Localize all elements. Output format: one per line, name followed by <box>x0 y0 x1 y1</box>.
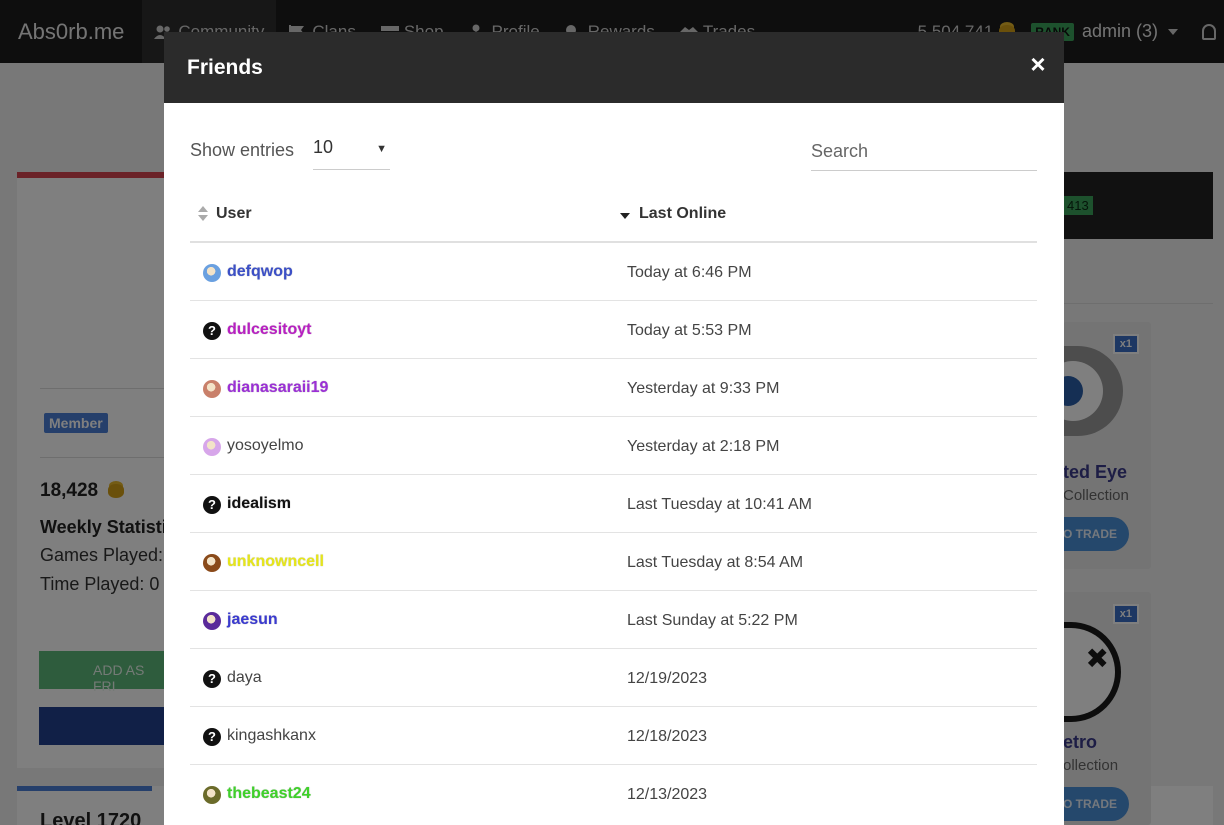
table-row: ? daya 12/19/2023 <box>190 649 1037 707</box>
username-link[interactable]: idealism <box>227 495 291 513</box>
avatar <box>203 264 221 282</box>
username-link[interactable]: daya <box>227 669 262 687</box>
last-online-cell: 12/19/2023 <box>627 670 708 687</box>
question-avatar-icon: ? <box>203 728 221 746</box>
last-online-cell: 12/13/2023 <box>627 786 708 803</box>
search-input[interactable] <box>811 133 1037 171</box>
last-online-cell: Today at 5:53 PM <box>627 322 752 339</box>
dropdown-arrow-icon: ▼ <box>376 143 387 155</box>
table-row: ? kingashkanx 12/18/2023 <box>190 707 1037 765</box>
column-header-user[interactable]: User <box>198 205 252 223</box>
username-link[interactable]: thebeast24 <box>227 785 311 803</box>
table-row: yosoyelmo Yesterday at 2:18 PM <box>190 417 1037 475</box>
last-online-cell: Last Sunday at 5:22 PM <box>627 612 798 629</box>
username-link[interactable]: jaesun <box>227 611 278 629</box>
friends-modal: Friends × Show entries 10 ▼ User Last On… <box>164 32 1064 825</box>
table-row: thebeast24 12/13/2023 <box>190 765 1037 823</box>
table-body: defqwop Today at 6:46 PM? dulcesitoyt Today… <box>190 243 1037 823</box>
last-online-cell: 12/18/2023 <box>627 728 708 745</box>
close-icon[interactable]: × <box>1028 51 1048 77</box>
last-online-cell: Today at 6:46 PM <box>627 264 752 281</box>
entries-select-value: 10 <box>313 137 334 157</box>
question-avatar-icon: ? <box>203 670 221 688</box>
column-header-label: User <box>216 205 252 222</box>
column-header-last-online[interactable]: Last Online <box>620 205 726 223</box>
table-row: dianasaraii19 Yesterday at 9:33 PM <box>190 359 1037 417</box>
modal-title: Friends <box>187 56 263 79</box>
last-online-cell: Last Tuesday at 10:41 AM <box>627 496 813 513</box>
table-header: User Last Online <box>190 193 1037 243</box>
avatar <box>203 786 221 804</box>
avatar <box>203 612 221 630</box>
avatar <box>203 380 221 398</box>
sort-icon <box>198 206 208 222</box>
username-link[interactable]: defqwop <box>227 263 293 281</box>
last-online-cell: Yesterday at 9:33 PM <box>627 380 780 397</box>
question-avatar-icon: ? <box>203 322 221 340</box>
friends-table: User Last Online defqwop Today at 6:46 PM… <box>190 193 1037 823</box>
username-link[interactable]: dulcesitoyt <box>227 321 311 339</box>
table-controls: Show entries 10 ▼ <box>190 133 1037 173</box>
username-link[interactable]: unknowncell <box>227 553 324 571</box>
table-row: unknowncell Last Tuesday at 8:54 AM <box>190 533 1037 591</box>
username-link[interactable]: dianasaraii19 <box>227 379 328 397</box>
modal-header: Friends × <box>164 32 1064 103</box>
table-row: jaesun Last Sunday at 5:22 PM <box>190 591 1037 649</box>
avatar <box>203 554 221 572</box>
table-row: defqwop Today at 6:46 PM <box>190 243 1037 301</box>
show-entries-label: Show entries <box>190 140 295 160</box>
question-avatar-icon: ? <box>203 496 221 514</box>
username-link[interactable]: kingashkanx <box>227 727 316 745</box>
username-link[interactable]: yosoyelmo <box>227 437 303 455</box>
table-row: ? dulcesitoyt Today at 5:53 PM <box>190 301 1037 359</box>
table-row: ? idealism Last Tuesday at 10:41 AM <box>190 475 1037 533</box>
last-online-cell: Last Tuesday at 8:54 AM <box>627 554 804 571</box>
column-header-label: Last Online <box>639 205 727 222</box>
entries-select[interactable]: 10 ▼ <box>313 133 390 170</box>
sort-desc-icon <box>620 212 630 219</box>
last-online-cell: Yesterday at 2:18 PM <box>627 438 780 455</box>
avatar <box>203 438 221 456</box>
